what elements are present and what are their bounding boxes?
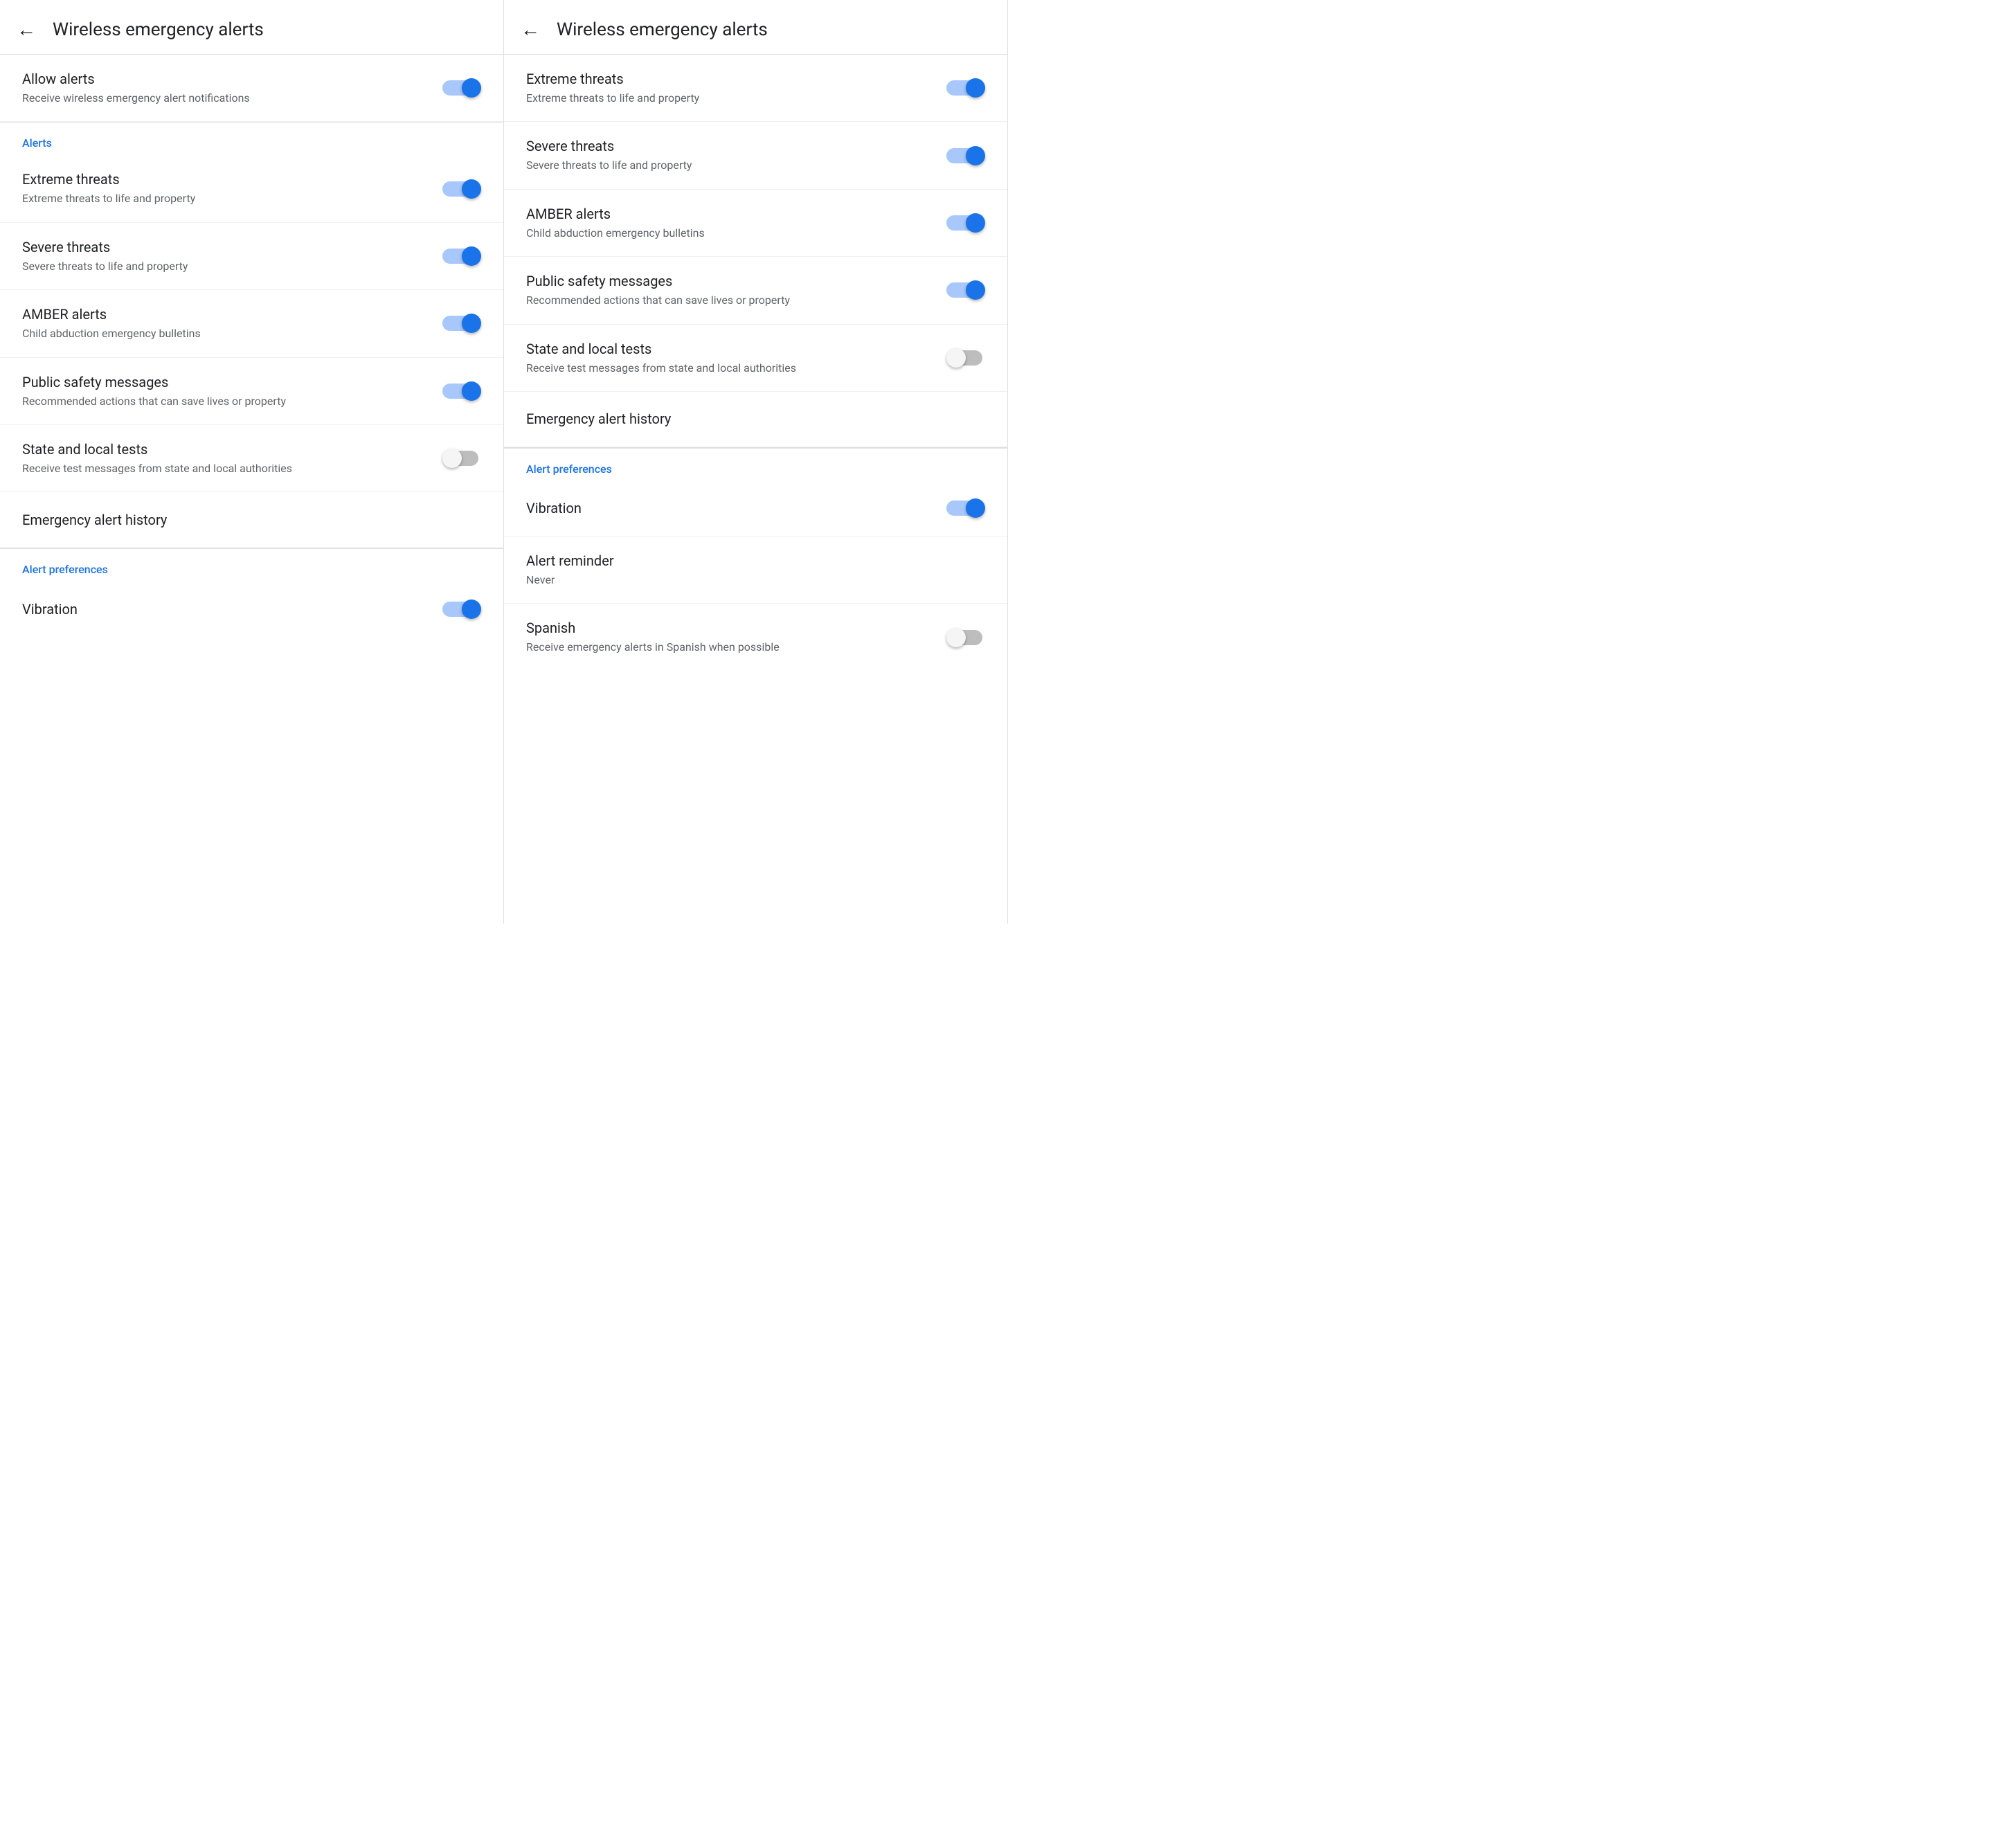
state-local-toggle-right[interactable] [946, 348, 985, 368]
vibration-item-right[interactable]: Vibration [504, 481, 1007, 537]
severe-threats-title-right: Severe threats [526, 137, 933, 155]
state-local-item-left[interactable]: State and local tests Receive test messa… [0, 425, 503, 492]
amber-alerts-item-left[interactable]: AMBER alerts Child abduction emergency b… [0, 290, 503, 357]
header-right: ← Wireless emergency alerts [504, 0, 1007, 55]
emergency-history-title-right: Emergency alert history [526, 410, 971, 428]
page-title-right: Wireless emergency alerts [557, 19, 768, 40]
state-local-subtitle-right: Receive test messages from state and loc… [526, 361, 933, 376]
severe-threats-title-left: Severe threats [22, 238, 429, 256]
vibration-title-left: Vibration [22, 600, 429, 618]
state-local-title-right: State and local tests [526, 340, 933, 358]
public-safety-title-right: Public safety messages [526, 272, 933, 290]
back-button-left[interactable]: ← [17, 20, 36, 39]
panel-left: ← Wireless emergency alerts Allow alerts… [0, 0, 504, 924]
extreme-threats-title-right: Extreme threats [526, 70, 933, 88]
extreme-threats-toggle-left[interactable] [442, 179, 481, 199]
extreme-threats-item-left[interactable]: Extreme threats Extreme threats to life … [0, 155, 503, 222]
extreme-threats-item-right[interactable]: Extreme threats Extreme threats to life … [504, 55, 1007, 122]
allow-alerts-toggle[interactable] [442, 78, 481, 98]
emergency-history-item-right[interactable]: Emergency alert history [504, 392, 1007, 447]
amber-alerts-item-right[interactable]: AMBER alerts Child abduction emergency b… [504, 190, 1007, 257]
spanish-item-right[interactable]: Spanish Receive emergency alerts in Span… [504, 604, 1007, 670]
alert-prefs-section-label-left: Alert preferences [22, 563, 108, 576]
settings-list-right: Extreme threats Extreme threats to life … [504, 55, 1007, 671]
alert-prefs-section-header-left: Alert preferences [0, 548, 503, 582]
severe-threats-toggle-left[interactable] [442, 246, 481, 267]
spanish-subtitle-right: Receive emergency alerts in Spanish when… [526, 640, 933, 655]
extreme-threats-subtitle-left: Extreme threats to life and property [22, 191, 429, 206]
amber-alerts-toggle-right[interactable] [946, 213, 985, 233]
alert-reminder-title-right: Alert reminder [526, 552, 971, 570]
vibration-toggle-right[interactable] [946, 498, 985, 519]
extreme-threats-subtitle-right: Extreme threats to life and property [526, 91, 933, 106]
alert-reminder-subtitle-right: Never [526, 573, 971, 588]
allow-alerts-text: Allow alerts Receive wireless emergency … [22, 70, 442, 106]
spanish-title-right: Spanish [526, 619, 933, 637]
emergency-history-item-left[interactable]: Emergency alert history [0, 492, 503, 548]
spanish-toggle-right[interactable] [946, 627, 985, 648]
severe-threats-item-right[interactable]: Severe threats Severe threats to life an… [504, 122, 1007, 189]
extreme-threats-title-left: Extreme threats [22, 170, 429, 188]
amber-alerts-subtitle-right: Child abduction emergency bulletins [526, 226, 933, 241]
vibration-toggle-left[interactable] [442, 599, 481, 620]
back-button-right[interactable]: ← [521, 20, 540, 39]
public-safety-item-right[interactable]: Public safety messages Recommended actio… [504, 257, 1007, 324]
amber-alerts-subtitle-left: Child abduction emergency bulletins [22, 326, 429, 341]
allow-alerts-thumb [462, 78, 481, 98]
public-safety-toggle-left[interactable] [442, 381, 481, 402]
alert-reminder-item-right[interactable]: Alert reminder Never [504, 537, 1007, 604]
public-safety-subtitle-left: Recommended actions that can save lives … [22, 394, 429, 409]
alert-prefs-section-label-right: Alert preferences [526, 462, 612, 476]
public-safety-item-left[interactable]: Public safety messages Recommended actio… [0, 358, 503, 425]
amber-alerts-toggle-left[interactable] [442, 313, 481, 334]
severe-threats-item-left[interactable]: Severe threats Severe threats to life an… [0, 223, 503, 290]
public-safety-title-left: Public safety messages [22, 373, 429, 391]
severe-threats-subtitle-right: Severe threats to life and property [526, 158, 933, 173]
public-safety-subtitle-right: Recommended actions that can save lives … [526, 293, 933, 308]
settings-list-left: Allow alerts Receive wireless emergency … [0, 55, 503, 637]
severe-threats-toggle-right[interactable] [946, 145, 985, 166]
alerts-section-label-left: Alerts [22, 136, 52, 150]
amber-alerts-title-left: AMBER alerts [22, 305, 429, 323]
allow-alerts-subtitle: Receive wireless emergency alert notific… [22, 91, 429, 106]
emergency-history-title-left: Emergency alert history [22, 511, 467, 529]
amber-alerts-title-right: AMBER alerts [526, 205, 933, 223]
allow-alerts-title: Allow alerts [22, 70, 429, 88]
allow-alerts-item[interactable]: Allow alerts Receive wireless emergency … [0, 55, 503, 122]
alert-prefs-section-header-right: Alert preferences [504, 448, 1007, 481]
alerts-section-header-left: Alerts [0, 122, 503, 155]
vibration-title-right: Vibration [526, 499, 933, 517]
severe-threats-subtitle-left: Severe threats to life and property [22, 259, 429, 274]
panel-right: ← Wireless emergency alerts Extreme thre… [504, 0, 1008, 924]
header-left: ← Wireless emergency alerts [0, 0, 503, 55]
state-local-item-right[interactable]: State and local tests Receive test messa… [504, 325, 1007, 392]
vibration-item-left[interactable]: Vibration [0, 582, 503, 637]
public-safety-toggle-right[interactable] [946, 280, 985, 300]
extreme-threats-toggle-right[interactable] [946, 78, 985, 98]
state-local-subtitle-left: Receive test messages from state and loc… [22, 461, 429, 476]
page-title-left: Wireless emergency alerts [53, 19, 264, 40]
state-local-toggle-left[interactable] [442, 448, 481, 469]
state-local-title-left: State and local tests [22, 440, 429, 458]
